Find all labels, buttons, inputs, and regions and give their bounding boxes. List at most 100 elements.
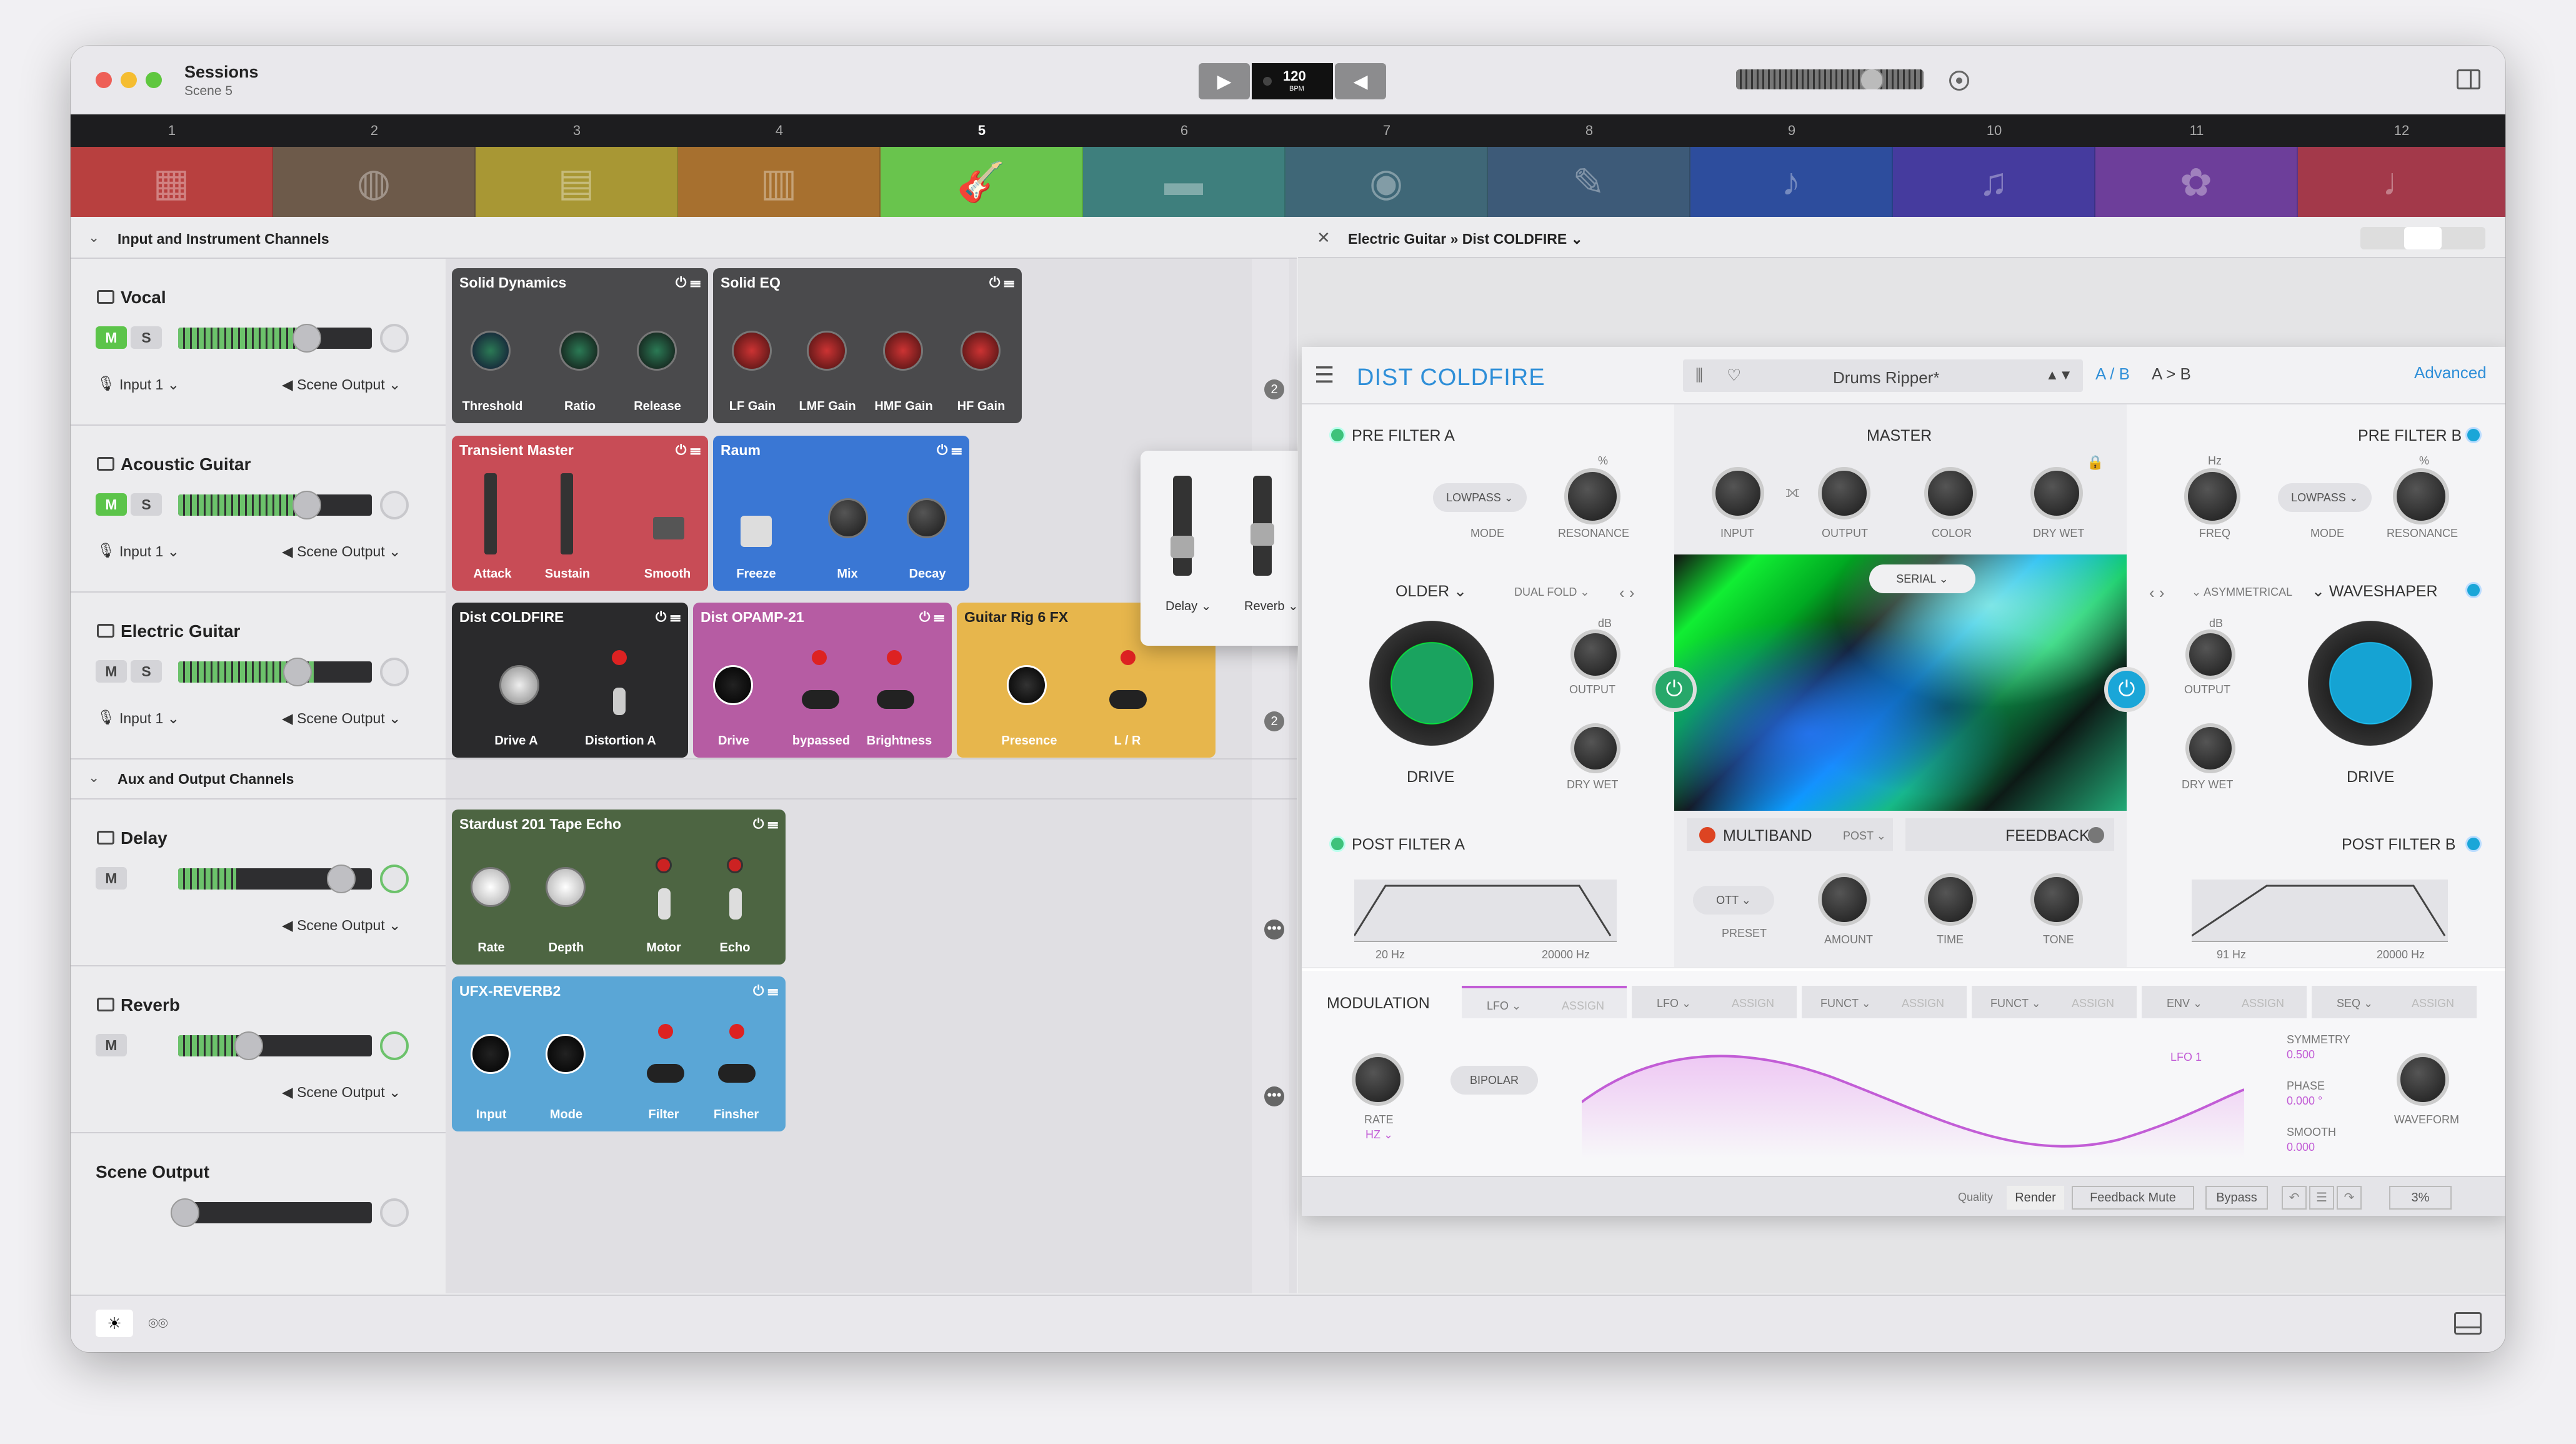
plugin-dist-coldfire[interactable]: Dist COLDFIRE ⏻ ☰ Drive A Distortion A	[452, 603, 688, 758]
power-icon[interactable]: ⏻ ☰	[989, 274, 1014, 291]
smooth-value[interactable]: 0.000	[2287, 1141, 2315, 1154]
ab-toggle[interactable]: A / B	[2095, 364, 2130, 384]
plugin-solid-dynamics[interactable]: Solid Dynamics ⏻ ☰ Threshold Ratio Releas…	[452, 268, 708, 423]
minimize-window-button[interactable]	[121, 72, 137, 88]
volume-thumb[interactable]	[283, 658, 312, 686]
prev-next-arrows-icon[interactable]: ‹ ›	[1619, 583, 1635, 603]
assign-label[interactable]: ASSIGN	[2242, 997, 2284, 1010]
power-icon[interactable]: ⏻ ☰	[753, 983, 778, 999]
breadcrumb[interactable]: Electric Guitar » Dist COLDFIRE ⌄	[1348, 231, 1583, 248]
post-filter-b-power-icon[interactable]	[2465, 836, 2482, 852]
dry-wet-b-knob[interactable]	[2185, 723, 2235, 773]
hmf-gain-knob[interactable]	[883, 331, 923, 371]
chevron-down-icon[interactable]: ⌄	[88, 229, 99, 246]
post-filter-a-high[interactable]: 20000 Hz	[1542, 948, 1590, 961]
routing-dropdown[interactable]: SERIAL ⌄	[1869, 564, 1975, 593]
master-dry-wet-knob[interactable]	[2030, 467, 2083, 519]
resonance-a-knob[interactable]	[1564, 468, 1620, 524]
play-button[interactable]: ▶	[1199, 63, 1250, 99]
mute-button[interactable]: M	[96, 660, 127, 683]
solo-button[interactable]: S	[131, 660, 162, 683]
master-volume-thumb[interactable]	[1860, 69, 1884, 89]
tone-knob[interactable]	[2030, 873, 2083, 926]
folder-mode-label[interactable]: OLDER ⌄	[1395, 582, 1467, 601]
output-selector[interactable]: ◀ Scene Output ⌄	[282, 1084, 401, 1101]
ratio-knob[interactable]	[559, 331, 599, 371]
volume-thumb[interactable]	[292, 324, 321, 353]
post-filter-a-curve[interactable]	[1353, 880, 1617, 942]
scene-tile-3[interactable]: ▤	[476, 147, 678, 217]
post-filter-a-power-icon[interactable]	[1329, 836, 1345, 852]
advanced-button[interactable]: Advanced	[2414, 363, 2487, 383]
presence-knob[interactable]	[1007, 665, 1047, 705]
power-icon[interactable]: ⏻ ☰	[656, 609, 681, 625]
multiband-power-icon[interactable]	[1699, 827, 1715, 843]
filter-b-mode-dropdown[interactable]: LOWPASS ⌄	[2278, 483, 2372, 512]
more-icon[interactable]: •••	[1264, 1086, 1284, 1106]
hf-gain-knob[interactable]	[961, 331, 1001, 371]
solo-button[interactable]: S	[131, 326, 162, 349]
waveform-knob[interactable]	[2397, 1053, 2449, 1106]
pre-filter-b-power-icon[interactable]	[2465, 427, 2482, 443]
brightness-toggle[interactable]	[877, 690, 914, 709]
plugin-transient-master[interactable]: Transient Master ⏻ ☰ Attack Sustain Smoot…	[452, 436, 708, 591]
mod-tab-lfo-2[interactable]: LFO ⌄ ASSIGN	[1632, 986, 1797, 1018]
input-selector[interactable]: Input 1 ⌄	[119, 543, 179, 560]
plugin-solid-eq[interactable]: Solid EQ ⏻ ☰ LF Gain LMF Gain HMF Gain HF…	[713, 268, 1022, 423]
mute-button[interactable]: M	[96, 867, 127, 890]
smooth-switch[interactable]	[653, 517, 684, 539]
volume-thumb[interactable]	[171, 1198, 199, 1227]
assign-label[interactable]: ASSIGN	[1562, 1000, 1604, 1013]
waveshaper-dropdown[interactable]: ⌄ WAVESHAPER	[2312, 582, 2438, 601]
lf-gain-knob[interactable]	[732, 331, 772, 371]
motor-toggle[interactable]	[658, 888, 671, 920]
tape-icon[interactable]: ⌾⌾	[139, 1310, 177, 1337]
delay-send-label[interactable]: Delay ⌄	[1166, 598, 1211, 614]
send-count-badge[interactable]: 2	[1264, 711, 1284, 731]
sidebar-toggle-icon[interactable]	[2457, 69, 2480, 89]
rate-knob[interactable]	[471, 867, 511, 907]
plugin-ufx-reverb[interactable]: UFX-REVERB2 ⏻ ☰ Input Mode Filter Finsher	[452, 976, 786, 1131]
scroll-gutter[interactable]	[1252, 259, 1289, 1293]
mod-tab-funct-2[interactable]: FUNCT ⌄ ASSIGN	[1972, 986, 2137, 1018]
lfo-waveform-display[interactable]	[1582, 1040, 2244, 1158]
filter-mode-dropdown[interactable]: LOWPASS ⌄	[1433, 483, 1527, 512]
plugin-raum[interactable]: Raum ⏻ ☰ Freeze Mix Decay	[713, 436, 969, 591]
assign-label[interactable]: ASSIGN	[2412, 997, 2454, 1010]
input-selector[interactable]: Input 1 ⌄	[119, 376, 179, 393]
scene-tile-6[interactable]: ▬	[1083, 147, 1286, 217]
output-selector[interactable]: ◀ Scene Output ⌄	[282, 710, 401, 727]
master-output-knob[interactable]	[1818, 467, 1870, 519]
view-mode-segment[interactable]	[2360, 227, 2485, 249]
filter-toggle[interactable]	[647, 1064, 684, 1083]
input-knob[interactable]	[471, 1034, 511, 1074]
echo-toggle[interactable]	[729, 888, 742, 920]
volume-meter[interactable]	[178, 494, 372, 516]
scene-tile-9[interactable]: ♪	[1690, 147, 1893, 217]
reverb-send-label[interactable]: Reverb ⌄	[1244, 598, 1299, 614]
assign-label[interactable]: ASSIGN	[1902, 997, 1944, 1010]
feedback-mute-button[interactable]: Feedback Mute	[2072, 1186, 2194, 1210]
lock-icon[interactable]: 🔒	[2087, 454, 2104, 471]
decay-knob[interactable]	[907, 498, 947, 538]
bpm-display[interactable]: 120 BPM	[1252, 63, 1333, 99]
scene-tile-12[interactable]: ♩	[2298, 147, 2505, 217]
pre-filter-a-power-icon[interactable]	[1329, 427, 1345, 443]
pan-knob[interactable]	[380, 658, 409, 686]
drive-a-big-knob[interactable]	[1369, 621, 1494, 746]
brightness-icon[interactable]: ☀	[96, 1310, 133, 1337]
volume-meter[interactable]	[178, 1035, 372, 1056]
more-icon[interactable]: •••	[1264, 920, 1284, 940]
link-icon[interactable]: ⟗	[1785, 482, 1800, 502]
preset-browser[interactable]: ⫼ ♡ Drums Ripper* ▲▼	[1683, 359, 2083, 392]
bypass-button[interactable]: Bypass	[2205, 1186, 2268, 1210]
pan-knob[interactable]	[380, 1198, 409, 1227]
bipolar-button[interactable]: BIPOLAR	[1450, 1066, 1538, 1095]
input-selector[interactable]: Input 1 ⌄	[119, 710, 179, 727]
heart-icon[interactable]: ♡	[1727, 366, 1741, 385]
chevron-down-icon[interactable]: ⌄	[88, 770, 99, 786]
scene-tile-10[interactable]: ♫	[1893, 147, 2095, 217]
close-icon[interactable]: ✕	[1317, 228, 1330, 248]
scene-tile-5-active[interactable]: 🎸	[881, 147, 1083, 217]
reverb-send-fader[interactable]	[1251, 476, 1274, 576]
